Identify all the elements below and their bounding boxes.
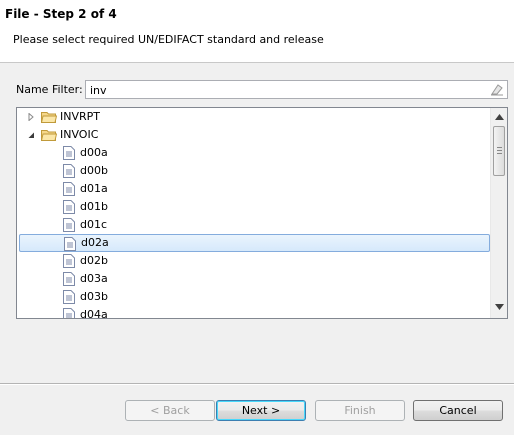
tree-item-label: d04a <box>80 308 108 319</box>
tree-group-invoic[interactable]: INVOIC <box>17 126 490 144</box>
tree-item[interactable]: d01a <box>17 180 490 198</box>
tree-item[interactable]: d04a <box>17 306 490 319</box>
tree-item-label: d00b <box>80 164 108 177</box>
tree-group-label: INVRPT <box>60 110 100 123</box>
wizard-header: File - Step 2 of 4 Please select require… <box>0 0 514 63</box>
document-icon <box>63 146 75 160</box>
document-icon <box>63 308 75 318</box>
folder-icon <box>41 112 57 123</box>
document-icon <box>64 237 76 251</box>
scrollbar-thumb[interactable] <box>493 126 505 176</box>
grip-line <box>497 147 502 148</box>
collapse-icon[interactable] <box>27 131 35 139</box>
name-filter-input[interactable] <box>85 80 508 99</box>
tree-scrollbar[interactable] <box>490 108 507 318</box>
tree-item-label: d02b <box>80 254 108 267</box>
document-icon <box>63 200 75 214</box>
tree-group-invrpt[interactable]: INVRPT <box>17 108 490 126</box>
cancel-button[interactable]: Cancel <box>413 400 503 421</box>
back-button[interactable]: < Back <box>125 400 215 421</box>
tree-item-label: d00a <box>80 146 108 159</box>
button-bar-divider-highlight <box>0 384 514 385</box>
tree-item[interactable]: d00b <box>17 162 490 180</box>
tree-item-label: d03a <box>80 272 108 285</box>
folder-icon <box>41 130 57 141</box>
tree-item-label: d01a <box>80 182 108 195</box>
document-icon <box>63 164 75 178</box>
tree-group-label: INVOIC <box>60 128 99 141</box>
expand-icon[interactable] <box>27 113 35 121</box>
document-icon <box>63 182 75 196</box>
tree-item-label: d01b <box>80 200 108 213</box>
tree-item[interactable]: d01c <box>17 216 490 234</box>
document-icon <box>63 218 75 232</box>
grip-line <box>497 153 502 154</box>
wizard-title: File - Step 2 of 4 <box>5 7 117 21</box>
tree-item-label: d02a <box>81 236 109 249</box>
tree-item[interactable]: d02b <box>17 252 490 270</box>
name-filter-label: Name Filter: <box>16 83 83 96</box>
tree-item[interactable]: d03b <box>17 288 490 306</box>
tree-item[interactable]: d00a <box>17 144 490 162</box>
clear-filter-icon[interactable] <box>490 83 504 96</box>
tree-item-label: d03b <box>80 290 108 303</box>
scroll-down-icon[interactable] <box>495 304 504 310</box>
tree-item[interactable]: d03a <box>17 270 490 288</box>
document-icon <box>63 290 75 304</box>
next-button[interactable]: Next > <box>216 400 306 421</box>
scroll-up-icon[interactable] <box>495 114 504 120</box>
wizard-subtitle: Please select required UN/EDIFACT standa… <box>13 33 324 46</box>
tree-item-label: d01c <box>80 218 108 231</box>
standard-tree[interactable]: INVRPT INVOIC d00a d00b d01a d01b d01c d… <box>16 107 508 319</box>
finish-button[interactable]: Finish <box>315 400 405 421</box>
document-icon <box>63 254 75 268</box>
grip-line <box>497 150 502 151</box>
document-icon <box>63 272 75 286</box>
tree-item-selected[interactable]: d02a <box>19 234 490 252</box>
tree-item[interactable]: d01b <box>17 198 490 216</box>
